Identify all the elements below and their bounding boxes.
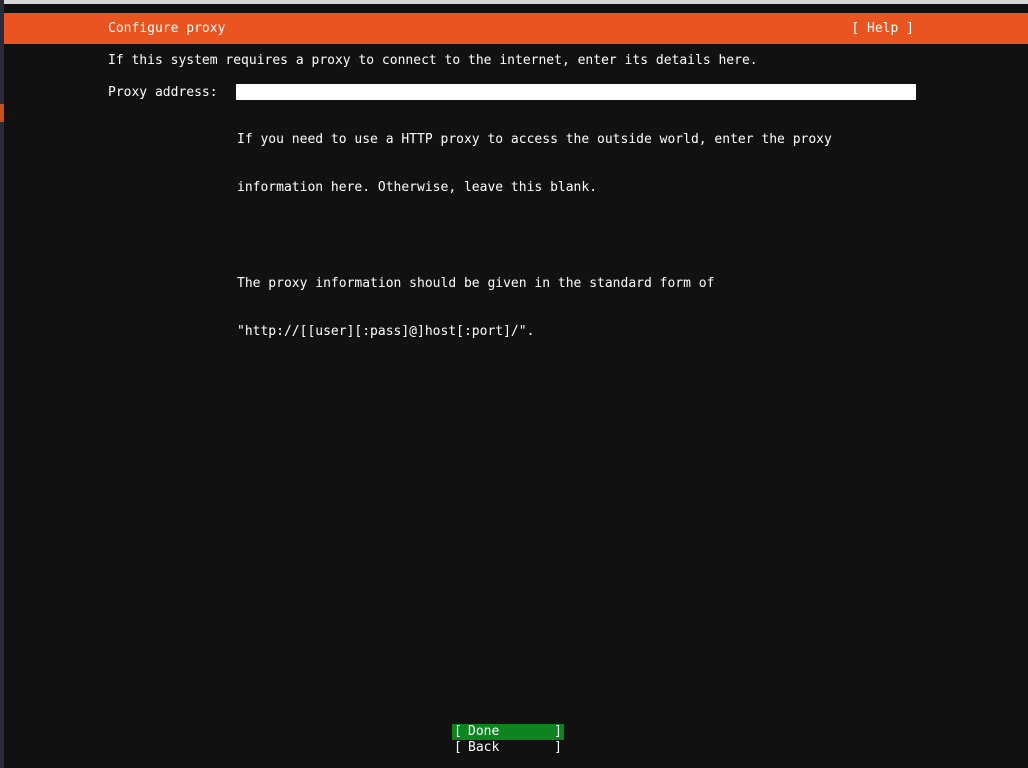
bracket-open: [ xyxy=(454,740,462,755)
header-bar: Configure proxy [ Help ] xyxy=(4,13,1028,44)
back-button-label: Back xyxy=(468,740,500,755)
proxy-address-label: Proxy address: xyxy=(108,85,218,100)
bracket-close: ] xyxy=(554,724,562,739)
done-button-label: Done xyxy=(468,724,500,739)
proxy-address-input[interactable] xyxy=(236,84,916,100)
done-button[interactable]: [ Done ] xyxy=(452,724,564,740)
help-button[interactable]: [ Help ] xyxy=(851,20,914,37)
proxy-help-line xyxy=(237,228,832,244)
proxy-help-text: If you need to use a HTTP proxy to acces… xyxy=(237,100,832,372)
bracket-open: [ xyxy=(454,724,462,739)
proxy-help-line: information here. Otherwise, leave this … xyxy=(237,180,598,195)
proxy-help-line: "http://[[user][:pass]@]host[:port]/". xyxy=(237,324,535,339)
proxy-help-line: If you need to use a HTTP proxy to acces… xyxy=(237,132,832,147)
back-button[interactable]: [ Back ] xyxy=(452,740,564,756)
intro-text: If this system requires a proxy to conne… xyxy=(108,53,758,68)
page-title: Configure proxy xyxy=(108,21,226,36)
proxy-help-line: The proxy information should be given in… xyxy=(237,276,715,291)
bracket-close: ] xyxy=(554,740,562,755)
installer-screen: Configure proxy [ Help ] If this system … xyxy=(4,4,1028,768)
